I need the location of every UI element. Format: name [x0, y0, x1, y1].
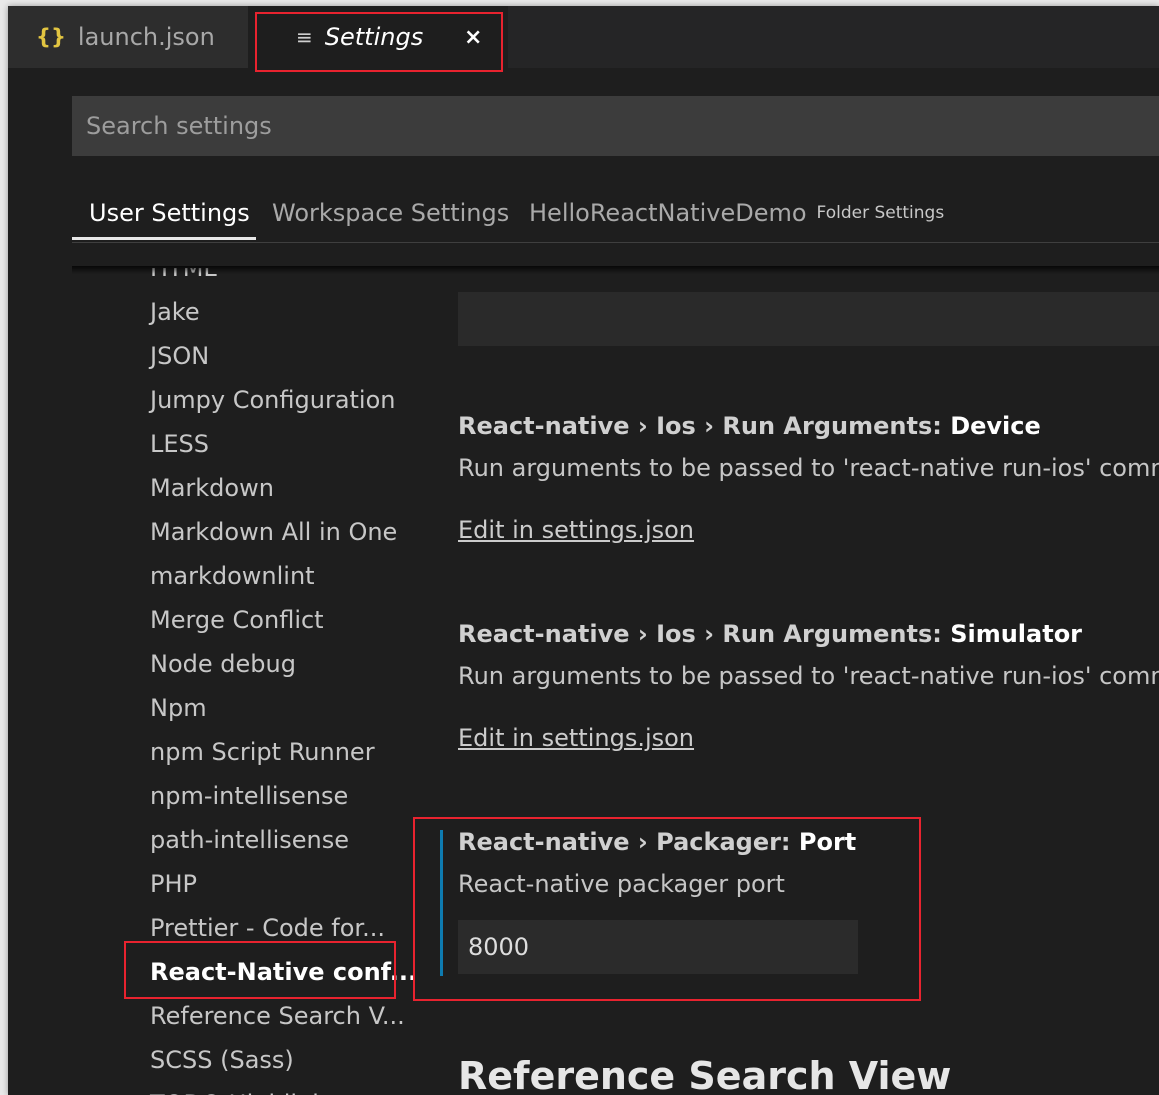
packager-port-input[interactable] — [458, 920, 858, 974]
json-braces-icon: {} — [36, 25, 66, 49]
setting-breadcrumb: React-native › Ios › Run Arguments: — [458, 620, 951, 648]
setting-breadcrumb: React-native › Packager: — [458, 828, 799, 856]
toc-item[interactable]: Prettier - Code for... — [150, 906, 385, 950]
tab-settings[interactable]: ≡ Settings × — [248, 6, 508, 68]
edit-in-settings-json-link[interactable]: Edit in settings.json — [458, 724, 694, 752]
settings-lines-icon: ≡ — [296, 25, 313, 49]
editor-tab-bar: {} launch.json ≡ Settings × — [8, 6, 1159, 68]
setting-title-packager-port: React-native › Packager: Port — [458, 828, 856, 856]
tab-folder-settings[interactable]: HelloReactNativeDemo Folder Settings — [529, 188, 944, 238]
toc-item[interactable]: LESS — [150, 422, 209, 466]
toc-item[interactable]: TODO Highlight — [150, 1082, 337, 1095]
toc-item[interactable]: Jake — [150, 290, 200, 334]
toc-item[interactable]: Reference Search V... — [150, 994, 405, 1038]
toc-item[interactable]: npm-intellisense — [150, 774, 348, 818]
settings-scope-tabs: User Settings Workspace Settings HelloRe… — [72, 188, 1159, 243]
tab-launch-json[interactable]: {} launch.json — [8, 6, 248, 68]
scroll-shadow-divider — [72, 266, 1159, 274]
close-icon[interactable]: × — [464, 6, 482, 68]
tab-user-settings[interactable]: User Settings — [89, 188, 250, 238]
packager-port-input-box — [458, 920, 858, 974]
folder-settings-label: Folder Settings — [816, 203, 945, 223]
toc-item[interactable]: Markdown All in One — [150, 510, 397, 554]
setting-description: Run arguments to be passed to 'react-nat… — [458, 454, 1159, 482]
edit-in-settings-json-link[interactable]: Edit in settings.json — [458, 516, 694, 544]
toc-item[interactable]: PHP — [150, 862, 197, 906]
tab-workspace-settings[interactable]: Workspace Settings — [272, 188, 509, 238]
search-settings-box — [72, 96, 1159, 156]
setting-description: Run arguments to be passed to 'react-nat… — [458, 662, 1159, 690]
setting-breadcrumb: React-native › Ios › Run Arguments: — [458, 412, 951, 440]
toc-item[interactable]: JSON — [150, 334, 209, 378]
active-tab-underline — [72, 237, 256, 240]
toc-item-react-native-active[interactable]: React-Native conf... — [150, 950, 417, 994]
toc-item[interactable]: Jumpy Configuration — [150, 378, 396, 422]
toc-item[interactable]: Node debug — [150, 642, 296, 686]
setting-title-device: React-native › Ios › Run Arguments: Devi… — [458, 412, 1041, 440]
settings-editor-window: {} launch.json ≡ Settings × User Setting… — [8, 6, 1159, 1095]
toc-item[interactable]: Npm — [150, 686, 207, 730]
toc-item[interactable]: Merge Conflict — [150, 598, 324, 642]
setting-key: Device — [950, 412, 1041, 440]
setting-key: Port — [798, 828, 857, 856]
setting-title-simulator: React-native › Ios › Run Arguments: Simu… — [458, 620, 1082, 648]
folder-name: HelloReactNativeDemo — [529, 199, 807, 227]
toc-item[interactable]: Markdown — [150, 466, 274, 510]
toc-item[interactable]: npm Script Runner — [150, 730, 375, 774]
tab-label: Settings — [324, 23, 424, 51]
setting-key: Simulator — [950, 620, 1083, 648]
settings-body: HTML Jake JSON Jumpy Configuration LESS … — [8, 268, 1159, 1095]
tab-label: launch.json — [77, 23, 215, 51]
toc-item[interactable]: SCSS (Sass) — [150, 1038, 294, 1082]
toc-item[interactable]: markdownlint — [150, 554, 315, 598]
toc-item[interactable]: path-intellisense — [150, 818, 349, 862]
setting-input-placeholder[interactable] — [458, 292, 1159, 346]
section-heading-reference-search-view: Reference Search View — [458, 1054, 952, 1095]
search-input[interactable] — [72, 96, 1159, 156]
modified-setting-indicator — [440, 830, 443, 976]
setting-description: React-native packager port — [458, 870, 785, 898]
